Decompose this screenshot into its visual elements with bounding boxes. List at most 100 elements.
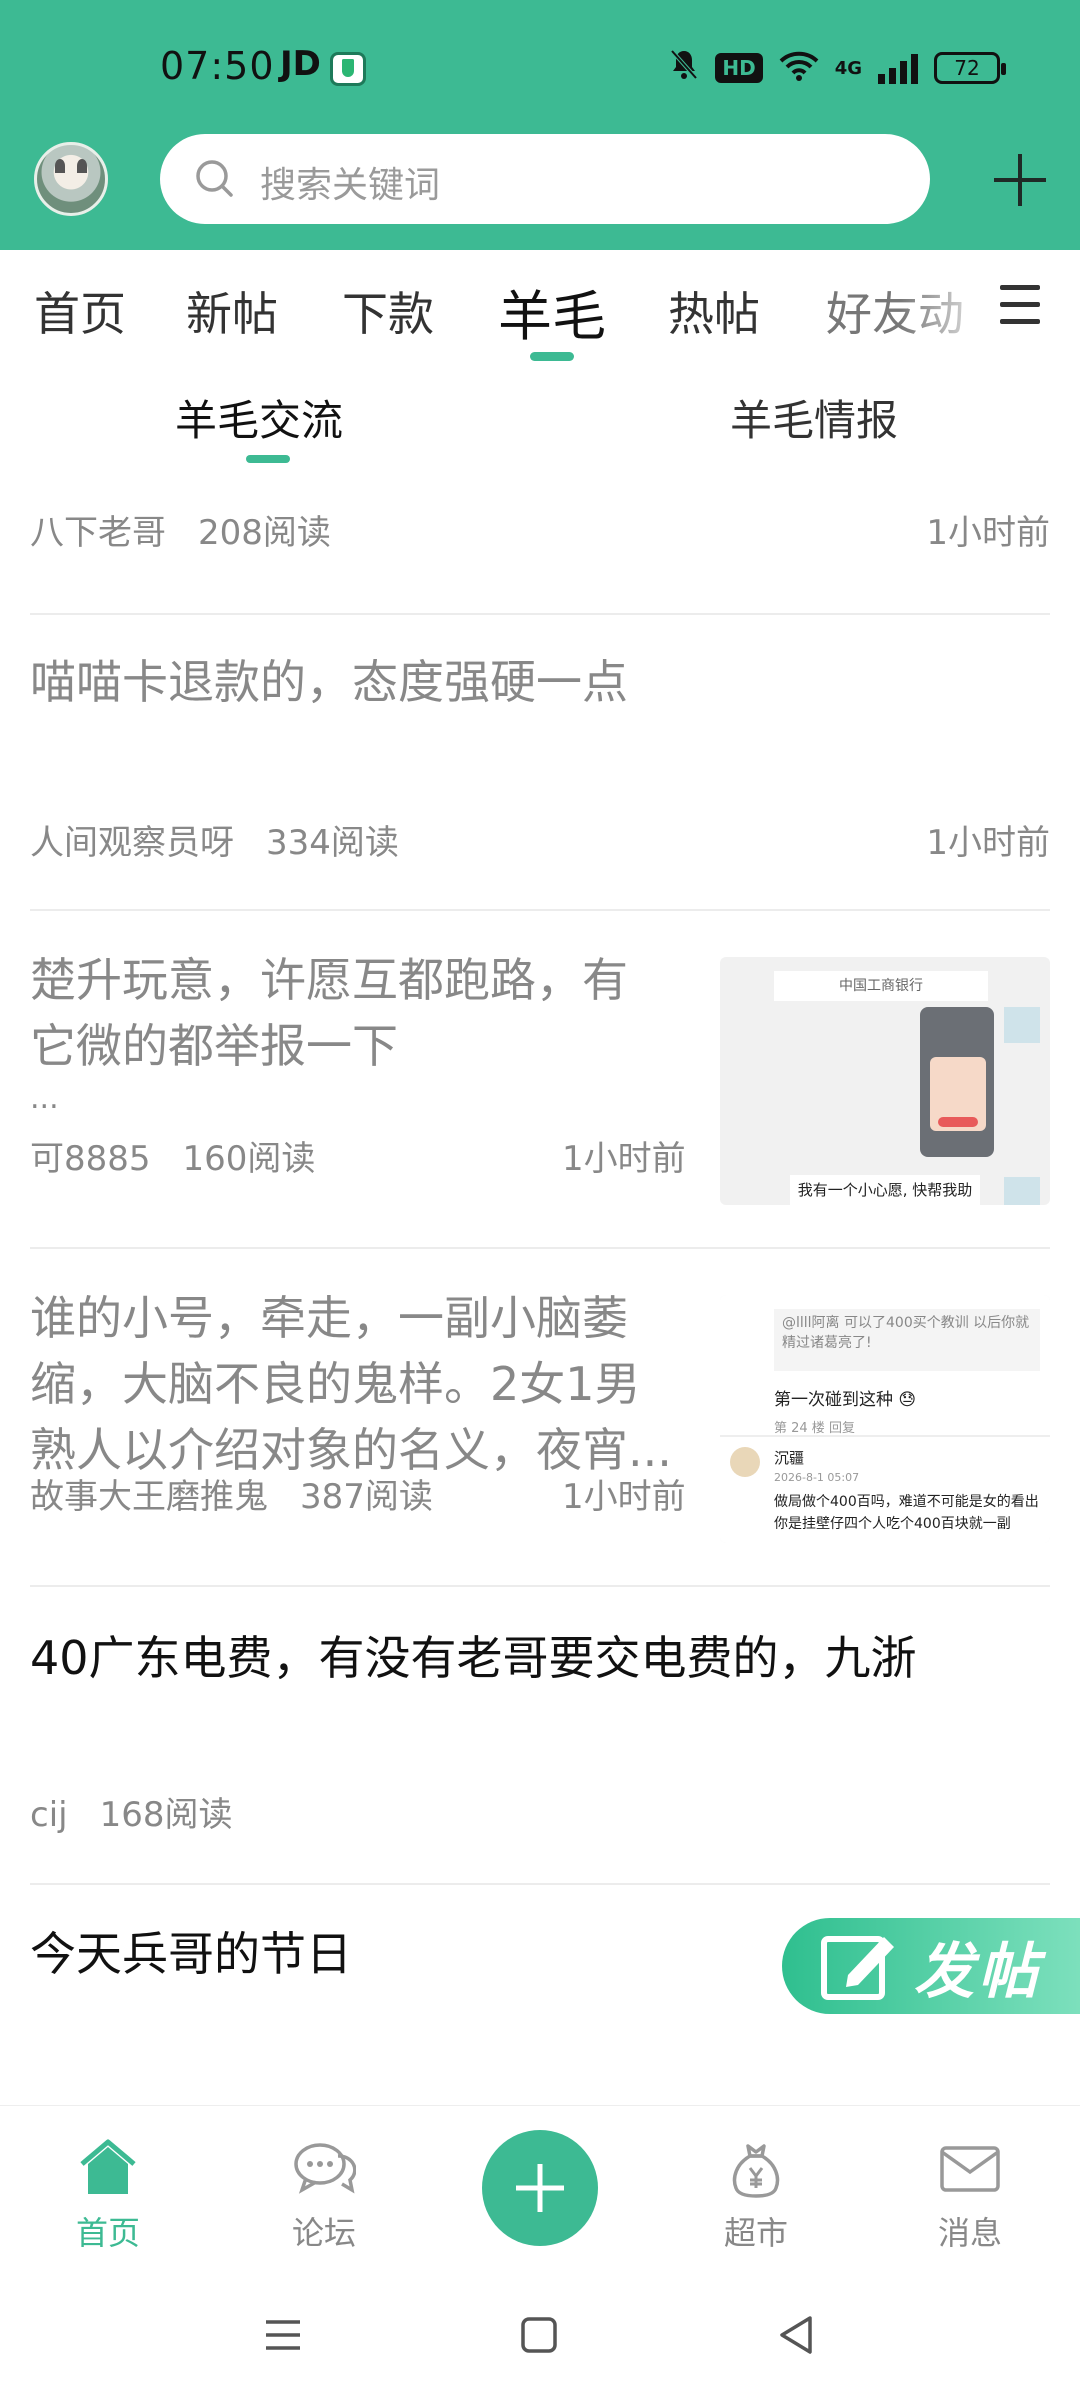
list-item[interactable]: 40广东电费，有没有老哥要交电费的，九浙 cij 168阅读 — [30, 1587, 1050, 1885]
status-time: 07:50 — [160, 44, 275, 88]
post-title: 楚升玩意，许愿互都跑路，有 它微的都举报一下 ... — [30, 947, 628, 1119]
create-post-label: 发帖 — [914, 1936, 1042, 2007]
post-reads: 387阅读 — [300, 1477, 433, 1517]
menu-icon[interactable] — [1000, 285, 1040, 329]
search-bar[interactable]: 搜索关键词 — [160, 134, 930, 224]
post-thumbnail[interactable]: @llll阿离 可以了400买个教训 以后你就精过诸葛亮了! 第一次碰到这种 😓… — [720, 1295, 1050, 1543]
active-tab-indicator — [530, 352, 574, 361]
nav-market-label: 超市 — [723, 2214, 788, 2252]
post-author: 八下老哥 — [30, 513, 166, 553]
subtab-deal-exchange[interactable]: 羊毛交流 — [175, 387, 343, 448]
battery-level: 72 — [954, 56, 980, 80]
post-title-line: 谁的小号，牵走，一副小脑萎 — [30, 1291, 628, 1345]
post-meta: 故事大王磨推鬼 387阅读 — [30, 1469, 433, 1518]
home-button-icon[interactable] — [514, 2310, 564, 2360]
thumb-side-image — [1004, 1007, 1040, 1043]
thumb-username: 沉疆 — [774, 1449, 805, 1467]
search-icon — [196, 160, 233, 197]
post-title: 40广东电费，有没有老哥要交电费的，九浙 — [30, 1631, 917, 1685]
post-author: 可8885 — [30, 1139, 151, 1179]
post-time: 1小时前 — [926, 823, 1050, 863]
thumb-side-image — [1004, 1177, 1040, 1205]
battery-icon: 72 — [934, 52, 1006, 84]
tab-loans[interactable]: 下款 — [342, 278, 434, 344]
plus-icon — [516, 2164, 564, 2212]
shield-icon — [330, 52, 366, 86]
signal-icon — [878, 52, 918, 84]
post-author: cij — [30, 1795, 68, 1835]
status-carrier: JD — [280, 44, 321, 84]
thumb-caption: 中国工商银行 — [774, 971, 988, 1001]
nav-market[interactable]: 超市 — [686, 2136, 826, 2254]
chat-icon — [294, 2143, 356, 2194]
nav-home-label: 首页 — [75, 2214, 140, 2252]
post-title-line: 缩，大脑不良的鬼样。2女1男 — [30, 1357, 641, 1411]
thumb-avatar — [730, 1447, 760, 1477]
wifi-icon — [779, 50, 819, 86]
post-title-line: 它微的都举报一下 — [30, 1019, 398, 1073]
post-meta: 人间观察员呀 334阅读 — [30, 815, 399, 864]
tab-new-posts[interactable]: 新帖 — [186, 278, 278, 344]
active-subtab-indicator — [246, 455, 290, 463]
thumb-divider — [720, 1435, 1050, 1437]
post-reads: 160阅读 — [182, 1139, 316, 1179]
thumb-comment: 第一次碰到这种 😓 — [774, 1390, 917, 1410]
nav-messages[interactable]: 消息 — [900, 2136, 1040, 2254]
post-reads: 168阅读 — [99, 1795, 233, 1835]
nav-home[interactable]: 首页 — [38, 2136, 178, 2254]
sub-tabs: 羊毛交流 羊毛情报 — [0, 365, 1080, 465]
post-time: 1小时前 — [562, 1139, 686, 1179]
post-meta: 可8885 160阅读 — [30, 1131, 315, 1180]
back-icon[interactable] — [772, 2310, 822, 2360]
post-reads: 208阅读 — [198, 513, 331, 553]
thumb-quote: @llll阿离 可以了400买个教训 以后你就精过诸葛亮了! — [774, 1309, 1040, 1371]
post-time: 1小时前 — [562, 1477, 686, 1517]
post-title-ellipsis: ... — [30, 1081, 59, 1116]
publish-button[interactable] — [482, 2130, 598, 2246]
mute-bell-icon — [669, 48, 699, 88]
edit-icon — [821, 1936, 894, 2000]
create-post-button[interactable]: 发帖 — [782, 1918, 1080, 2014]
post-meta: cij 168阅读 — [30, 1787, 233, 1836]
status-icons: HD 4G 72 — [669, 46, 1006, 90]
category-tabs: 首页 新帖 下款 羊毛 热帖 好友动 — [0, 250, 1080, 365]
thumb-button — [938, 1117, 978, 1127]
thumb-body: 做局做个400百吗，难道不可能是女的看出你是挂壁仔四个人吃个400百块就一副 — [774, 1494, 1039, 1532]
tab-hot-posts[interactable]: 热帖 — [668, 278, 760, 344]
network-label: 4G — [834, 57, 862, 79]
post-title-line: 楚升玩意，许愿互都跑路，有 — [30, 953, 628, 1007]
post-meta: 八下老哥 208阅读 — [30, 505, 331, 554]
add-icon[interactable] — [990, 150, 1050, 210]
subtab-deal-intel[interactable]: 羊毛情报 — [730, 387, 898, 448]
hd-badge: HD — [715, 53, 763, 83]
recent-apps-icon[interactable] — [258, 2310, 308, 2360]
app-header: 07:50 JD HD 4G 72 搜索关键词 — [0, 0, 1080, 250]
post-feed: 八下老哥 208阅读 1小时前 喵喵卡退款的，态度强硬一点 人间观察员呀 334阅读… — [0, 465, 1080, 2105]
user-avatar[interactable] — [34, 142, 108, 216]
system-nav-bar — [0, 2270, 1080, 2400]
thumb-bubble: 我有一个小心愿, 快帮我助力! — [790, 1175, 980, 1205]
home-icon — [80, 2139, 136, 2194]
nav-forum-label: 论坛 — [291, 2214, 356, 2252]
post-thumbnail[interactable]: 中国工商银行 我有一个小心愿, 快帮我助力! — [720, 957, 1050, 1205]
nav-messages-label: 消息 — [937, 2214, 1002, 2252]
list-item[interactable]: 喵喵卡退款的，态度强硬一点 人间观察员呀 334阅读 1小时前 — [30, 615, 1050, 911]
thumb-date: 2026-8-1 05:07 — [774, 1471, 860, 1484]
post-author: 人间观察员呀 — [30, 823, 234, 863]
list-item[interactable]: 谁的小号，牵走，一副小脑萎 缩，大脑不良的鬼样。2女1男 熟人以介绍对象的名义，… — [30, 1249, 1050, 1587]
money-bag-icon — [732, 2144, 780, 2198]
list-item[interactable]: 楚升玩意，许愿互都跑路，有 它微的都举报一下 ... 可8885 160阅读 1小… — [30, 911, 1050, 1249]
thumb-floor: 第 24 楼 回复 — [774, 1421, 855, 1436]
tab-fade — [900, 250, 1000, 365]
post-title: 谁的小号，牵走，一副小脑萎 缩，大脑不良的鬼样。2女1男 熟人以介绍对象的名义，… — [30, 1285, 672, 1483]
search-input[interactable]: 搜索关键词 — [260, 156, 440, 208]
mail-icon — [940, 2146, 1000, 2192]
post-author: 故事大王磨推鬼 — [30, 1477, 268, 1517]
list-item[interactable]: 八下老哥 208阅读 1小时前 — [30, 465, 1050, 615]
bottom-nav: 首页 论坛 超市 消息 — [0, 2105, 1080, 2270]
tab-home[interactable]: 首页 — [34, 278, 126, 344]
nav-forum[interactable]: 论坛 — [254, 2136, 394, 2254]
post-title: 今天兵哥的节日 — [30, 1927, 352, 1981]
tab-deals[interactable]: 羊毛 — [498, 272, 606, 351]
post-title: 喵喵卡退款的，态度强硬一点 — [30, 655, 628, 709]
